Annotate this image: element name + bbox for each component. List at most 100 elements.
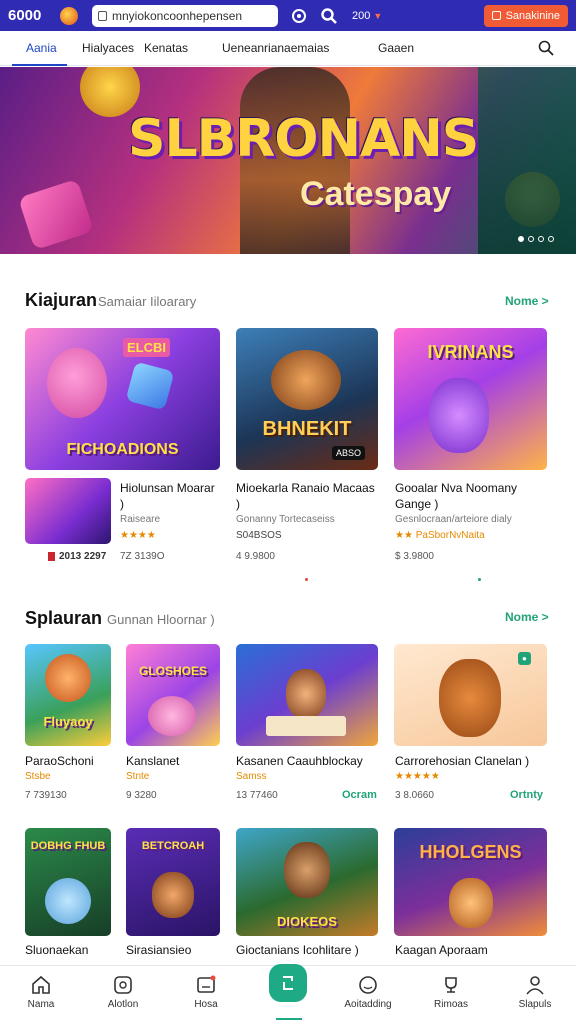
game-card[interactable]: IVRINANS xyxy=(394,328,547,470)
carousel-dot[interactable] xyxy=(538,236,544,242)
play-action-link[interactable]: Ocram xyxy=(342,789,377,801)
game-card[interactable] xyxy=(236,644,378,746)
game-name[interactable]: Sluonaekan xyxy=(25,942,88,958)
brand-logo-icon xyxy=(60,6,78,25)
game-name[interactable]: Kaagan Aporaam xyxy=(395,942,488,958)
carousel-dot[interactable] xyxy=(518,236,524,242)
game-card[interactable]: ● xyxy=(394,644,547,746)
lock-icon xyxy=(98,10,107,21)
featured-game-card[interactable]: ELCBI FICHOADIONS xyxy=(25,328,220,470)
game-meta: Gesnlocraan/arteiore dialy xyxy=(395,514,512,525)
center-action-button[interactable] xyxy=(269,964,307,1002)
game-thumbnail[interactable] xyxy=(25,478,111,544)
game-card[interactable]: Fluyaoy xyxy=(25,644,111,746)
play-count: 7Z 3139O xyxy=(120,551,165,562)
hero-banner[interactable]: SLBRONANS Catespay xyxy=(0,67,576,254)
bottom-nav-home[interactable]: Nama xyxy=(6,974,76,1010)
game-card[interactable]: DIOKEOS xyxy=(236,828,378,936)
hero-subtitle: Catespay xyxy=(300,175,452,213)
star-rating: ★★★★ xyxy=(120,530,156,541)
search-icon[interactable] xyxy=(538,40,554,56)
bear-character xyxy=(47,348,107,418)
signup-button[interactable]: Sanakinine xyxy=(483,4,568,27)
url-field[interactable]: mnyiokoncoonhepensen xyxy=(92,4,278,27)
gamepad-icon xyxy=(114,976,132,994)
smiley-icon xyxy=(359,976,377,994)
game-name[interactable]: Gooalar Nva Noomany Gange ) xyxy=(395,480,545,512)
game-card[interactable]: HHOLGENS xyxy=(394,828,547,936)
search-icon[interactable] xyxy=(320,7,338,25)
dice-icon xyxy=(125,361,175,411)
play-count: 7 739130 xyxy=(25,790,67,801)
game-card[interactable]: BHNEKIT ABSO xyxy=(236,328,378,470)
tab-green[interactable]: Gaaen xyxy=(378,41,414,55)
game-badge: ELCBI xyxy=(123,338,170,357)
game-art-title: IVRINANS xyxy=(427,342,514,362)
game-name[interactable]: Gioctanians Icohlitare ) xyxy=(236,942,359,958)
chevron-down-icon: ▼ xyxy=(373,10,383,21)
tab-games[interactable]: Hialyaces xyxy=(82,41,134,55)
character-art xyxy=(284,842,330,898)
play-count: 13 77460 xyxy=(236,790,278,801)
section-title: Splauran xyxy=(25,608,103,628)
game-name[interactable]: Sirasiansieo xyxy=(126,942,191,958)
coin-balance[interactable]: 200 ▼ xyxy=(352,10,382,22)
user-icon xyxy=(526,976,544,995)
bottom-nav-adding[interactable]: Aoitadding xyxy=(333,974,403,1010)
bottom-nav-label: Rimoas xyxy=(434,999,468,1010)
pager-dot[interactable] xyxy=(305,578,308,581)
refresh-icon[interactable] xyxy=(290,7,308,25)
tab-promotions[interactable]: Ueneanrianaemaias xyxy=(222,41,329,55)
character-art xyxy=(45,654,91,702)
game-rating: S04BSOS xyxy=(236,530,282,541)
game-card[interactable]: GLOSHOES xyxy=(126,644,220,746)
game-name[interactable]: Hiolunsan Moarar ) xyxy=(120,480,220,512)
trophy-icon xyxy=(445,977,457,993)
user-icon xyxy=(491,11,501,20)
see-more-link[interactable]: Nome > xyxy=(505,610,549,624)
game-card[interactable]: DOBHG FHUB xyxy=(25,828,111,936)
see-more-link[interactable]: Nome > xyxy=(505,294,549,308)
game-label: Stnte xyxy=(126,771,150,782)
game-name[interactable]: Kanslanet xyxy=(126,753,179,769)
tab-categories[interactable]: Kenatas xyxy=(144,41,188,55)
game-name[interactable]: ParaoSchoni xyxy=(25,753,94,769)
brand-text[interactable]: 6000 xyxy=(8,7,60,24)
pager-dot[interactable] xyxy=(478,578,481,581)
character-art xyxy=(286,669,326,719)
bottom-nav-activity[interactable]: Alotlon xyxy=(88,974,158,1010)
game-card[interactable]: BETCROAH xyxy=(126,828,220,936)
inbox-icon xyxy=(197,975,216,993)
section-subtitle: Samaiar Iiloarary xyxy=(98,294,197,309)
game-tag: ABSO xyxy=(332,446,366,460)
nav-tabs: Aania Hialyaces Kenatas Ueneanrianaemaia… xyxy=(0,31,576,66)
game-name[interactable]: Kasanen Caauhblockay xyxy=(236,753,363,769)
game-meta: Gonanny Tortecaseiss xyxy=(236,514,335,525)
game-name[interactable]: Mioekarla Ranaio Macaas ) xyxy=(236,480,376,512)
game-art-title: HHOLGENS xyxy=(419,842,522,862)
play-count: 4 9.9800 xyxy=(236,551,275,562)
carousel-dot[interactable] xyxy=(548,236,554,242)
play-count: 3 8.0660 xyxy=(395,790,434,801)
section-subtitle: Gunnan Hloornar ) xyxy=(107,612,215,627)
carousel-dots[interactable] xyxy=(518,236,554,242)
new-badge: ● xyxy=(518,652,531,665)
tab-home[interactable]: Aania xyxy=(26,41,57,55)
game-art-title: BETCROAH xyxy=(141,840,205,852)
game-label: Samss xyxy=(236,771,267,782)
bottom-nav-label: Alotlon xyxy=(107,999,139,1010)
game-name[interactable]: Carrorehosian Clanelan ) xyxy=(395,753,529,769)
bottom-nav-inbox[interactable]: Hosa xyxy=(171,974,241,1010)
bottom-nav-profile[interactable]: Slapuls xyxy=(500,974,570,1010)
bear-character xyxy=(45,878,91,924)
palm-leaves xyxy=(478,67,576,254)
character-art xyxy=(152,872,194,918)
home-icon xyxy=(32,975,50,994)
fox-character xyxy=(439,659,501,737)
carousel-dot[interactable] xyxy=(528,236,534,242)
game-art-title: Fluyaoy xyxy=(43,714,93,729)
play-action-link[interactable]: Ortnty xyxy=(510,789,543,801)
game-art-title: BHNEKIT xyxy=(262,418,352,440)
bottom-nav-rewards[interactable]: Rimoas xyxy=(416,974,486,1010)
dice-icon xyxy=(18,178,94,251)
